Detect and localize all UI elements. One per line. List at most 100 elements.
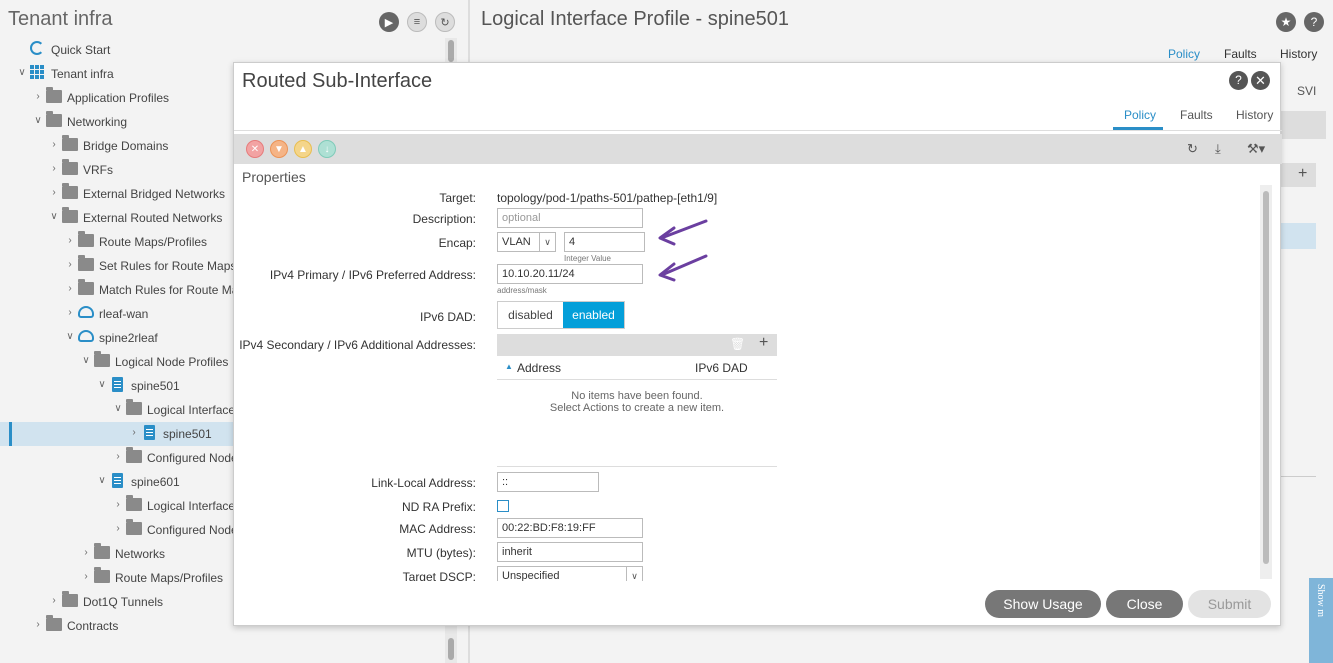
chevron-down-icon[interactable]: ∨	[64, 331, 76, 343]
major-fault-icon[interactable]: ▼	[270, 140, 288, 158]
chevron-right-icon[interactable]: ›	[32, 91, 44, 103]
close-icon[interactable]: ✕	[1251, 71, 1270, 90]
help-icon[interactable]: ?	[1229, 71, 1248, 90]
show-me-panel[interactable]: Show m	[1309, 578, 1333, 663]
folder-icon	[126, 399, 142, 415]
mac-address-label: MAC Address:	[399, 522, 476, 536]
dialog-scrollbar[interactable]	[1260, 185, 1272, 579]
mtu-label: MTU (bytes):	[406, 546, 476, 560]
chevron-right-icon[interactable]: ›	[128, 427, 140, 439]
app-root: Tenant infra ▶ ≡ ↻ Quick Start ∨ Tenant in…	[0, 0, 1333, 663]
background-selected-row	[1280, 223, 1316, 249]
help-icon[interactable]: ?	[1304, 12, 1324, 32]
tab-history[interactable]: History	[1280, 47, 1317, 61]
folder-icon	[126, 495, 142, 511]
chevron-down-icon[interactable]: ∨	[48, 211, 60, 223]
refresh-icon[interactable]: ↻	[1187, 141, 1198, 157]
dialog-tabs: Policy Faults History	[234, 107, 1282, 131]
download-icon[interactable]: ⤓	[1215, 141, 1221, 157]
annotation-arrow-ipv4	[658, 254, 708, 282]
chevron-down-icon[interactable]: ∨	[112, 403, 124, 415]
sort-asc-icon[interactable]: ▲	[505, 362, 513, 371]
minor-fault-icon[interactable]: ▲	[294, 140, 312, 158]
add-icon[interactable]: +	[1298, 165, 1307, 183]
tree-item-label: Networking	[67, 115, 128, 129]
ipv4-hint: address/mask	[497, 286, 547, 295]
tab-history[interactable]: History	[1236, 108, 1273, 122]
show-usage-button[interactable]: Show Usage	[985, 590, 1101, 618]
description-input[interactable]: optional	[497, 208, 643, 228]
mac-address-input[interactable]: 00:22:BD:F8:19:FF	[497, 518, 643, 538]
chevron-down-icon[interactable]: ∨	[80, 355, 92, 367]
nd-ra-prefix-checkbox[interactable]	[497, 500, 509, 512]
chevron-right-icon[interactable]: ›	[48, 163, 60, 175]
filter-icon[interactable]: ≡	[407, 12, 427, 32]
col-ipv6-dad[interactable]: IPv6 DAD	[695, 361, 748, 375]
tab-policy[interactable]: Policy	[1124, 108, 1156, 122]
chevron-down-icon[interactable]: ∨	[96, 379, 108, 391]
chevron-right-icon[interactable]: ›	[48, 139, 60, 151]
doc-icon	[144, 425, 155, 440]
nav-toolbar: ▶ ≡ ↻	[379, 12, 455, 32]
svi-tab[interactable]: SVI	[1297, 84, 1316, 98]
folder-icon	[46, 87, 62, 103]
nd-ra-prefix-label: ND RA Prefix:	[401, 500, 476, 514]
refresh-icon[interactable]: ↻	[435, 12, 455, 32]
chevron-right-icon[interactable]: ›	[80, 547, 92, 559]
chevron-right-icon[interactable]: ›	[48, 595, 60, 607]
chevron-right-icon[interactable]: ›	[112, 499, 124, 511]
page-header-actions: ★ ?	[1276, 12, 1324, 32]
chevron-right-icon[interactable]: ›	[64, 307, 76, 319]
close-button[interactable]: Close	[1106, 590, 1183, 618]
target-value: topology/pod-1/paths-501/pathep-[eth1/9]	[497, 191, 718, 205]
chevron-right-icon[interactable]: ›	[80, 571, 92, 583]
tab-policy[interactable]: Policy	[1168, 47, 1200, 61]
critical-fault-icon[interactable]: ✕	[246, 140, 264, 158]
folder-icon	[62, 135, 78, 151]
warning-fault-icon[interactable]: ↓	[318, 140, 336, 158]
tree-item-label: Route Maps/Profiles	[99, 235, 208, 249]
col-address[interactable]: Address	[517, 361, 561, 375]
tree-item-label: Contracts	[67, 619, 119, 633]
tab-faults[interactable]: Faults	[1180, 108, 1213, 122]
tools-icon[interactable]: ⚒▾	[1247, 141, 1265, 157]
chevron-right-icon[interactable]: ›	[48, 187, 60, 199]
mtu-input[interactable]: inherit	[497, 542, 643, 562]
link-local-input[interactable]: ::	[497, 472, 599, 492]
favorite-star-icon[interactable]: ★	[1276, 12, 1296, 32]
tree-item-label: spine501	[163, 427, 212, 441]
submit-button[interactable]: Submit	[1188, 590, 1271, 618]
add-icon[interactable]: +	[759, 334, 768, 352]
ipv4-primary-input[interactable]: 10.10.20.11/24	[497, 264, 643, 284]
encap-type-select[interactable]: VLAN ∨	[497, 232, 556, 252]
encap-value-input[interactable]: 4	[564, 232, 645, 252]
page-title: Logical Interface Profile - spine501	[481, 8, 789, 30]
chevron-right-icon[interactable]: ›	[64, 235, 76, 247]
chevron-right-icon[interactable]: ›	[112, 523, 124, 535]
folder-icon	[62, 207, 78, 223]
chevron-right-icon[interactable]: ›	[64, 283, 76, 295]
folder-icon	[94, 543, 110, 559]
ipv4-primary-label: IPv4 Primary / IPv6 Preferred Address:	[269, 268, 476, 282]
dad-enabled-option[interactable]: enabled	[563, 302, 624, 328]
tab-faults[interactable]: Faults	[1224, 47, 1257, 61]
chevron-right-icon[interactable]: ›	[64, 259, 76, 271]
tree-item-label: Configured Node:	[147, 523, 242, 537]
cloud-icon	[78, 306, 94, 318]
tree-item-label: spine601	[131, 475, 180, 489]
folder-icon	[62, 591, 78, 607]
quick-start-icon[interactable]: ▶	[379, 12, 399, 32]
show-me-label: Show m	[1315, 584, 1326, 618]
target-dscp-select[interactable]: Unspecified ∨	[497, 566, 643, 581]
dad-disabled-option[interactable]: disabled	[498, 302, 563, 328]
chevron-right-icon[interactable]: ›	[32, 619, 44, 631]
tree-item-label: Logical Node Profiles	[115, 355, 229, 369]
tree-item[interactable]: Quick Start	[0, 38, 445, 62]
chevron-down-icon[interactable]: ∨	[16, 67, 28, 79]
tree-item-label: rleaf-wan	[99, 307, 149, 321]
secondary-addresses-label: IPv4 Secondary / IPv6 Additional Address…	[239, 338, 476, 352]
chevron-down-icon[interactable]: ∨	[32, 115, 44, 127]
chevron-down-icon[interactable]: ∨	[96, 475, 108, 487]
trash-icon[interactable]: 🗑	[730, 337, 745, 351]
chevron-right-icon[interactable]: ›	[112, 451, 124, 463]
